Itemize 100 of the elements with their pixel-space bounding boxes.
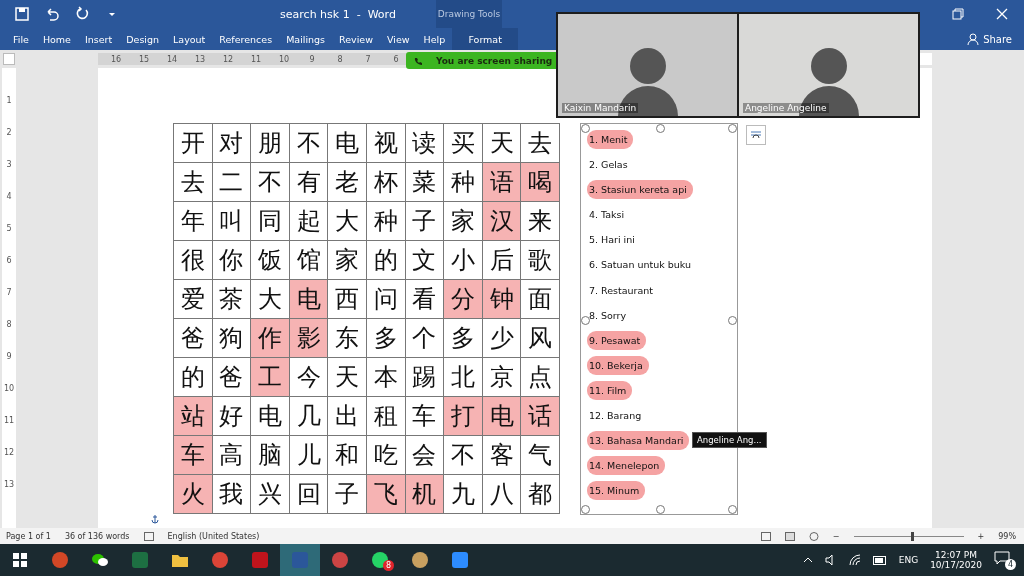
- ruler-number: 6: [392, 54, 400, 64]
- grid-cell: 多: [366, 319, 406, 358]
- answer-item: 7. Restaurant: [587, 283, 655, 298]
- word-count[interactable]: 36 of 136 words: [64, 531, 130, 541]
- ruler-number: 15: [137, 54, 151, 64]
- grid-cell: 大: [328, 202, 367, 241]
- grid-cell: 站: [174, 397, 213, 436]
- ribbon-tab[interactable]: Home: [35, 28, 78, 50]
- ribbon-tab[interactable]: Review: [332, 28, 380, 50]
- ruler-number: 11: [3, 416, 15, 426]
- notification-icon[interactable]: [994, 551, 1010, 565]
- answer-item: 2. Gelas: [587, 158, 629, 173]
- zoom-out-button[interactable]: −: [832, 531, 840, 541]
- ribbon-tab[interactable]: File: [6, 28, 36, 50]
- read-mode-icon[interactable]: [760, 531, 771, 541]
- ruler-number: 2: [6, 128, 12, 138]
- ribbon-tab[interactable]: References: [212, 28, 280, 50]
- grid-cell: 风: [521, 319, 560, 358]
- ruler-number: 8: [336, 54, 344, 64]
- grid-cell: 都: [521, 475, 560, 514]
- clock[interactable]: 12:07 PM 10/17/2020: [930, 550, 982, 570]
- redo-icon[interactable]: [74, 6, 90, 22]
- grid-cell: 二: [212, 163, 252, 202]
- ruler-number: 13: [3, 480, 15, 490]
- grid-cell: 几: [289, 397, 329, 436]
- answer-item: 1. Menit: [586, 130, 634, 149]
- grid-cell: 老: [328, 163, 367, 202]
- grid-cell: 爸: [174, 319, 213, 358]
- page-count[interactable]: Page 1 of 1: [6, 531, 51, 541]
- taskbar-app[interactable]: 8: [360, 544, 400, 576]
- resize-handle[interactable]: [580, 316, 590, 325]
- restore-icon[interactable]: [952, 8, 964, 20]
- zoom-thumb[interactable]: [910, 531, 914, 541]
- resize-handle[interactable]: [655, 124, 665, 133]
- resize-handle[interactable]: [727, 124, 737, 133]
- notification-count: 4: [1005, 559, 1016, 570]
- ribbon-tab[interactable]: Design: [119, 28, 167, 50]
- grid-cell: 影: [289, 319, 329, 358]
- print-layout-icon[interactable]: [784, 531, 795, 541]
- grid-cell: 不: [251, 163, 290, 202]
- tooltip: Angeline Ang...: [692, 432, 767, 448]
- zoom-level[interactable]: 99%: [998, 531, 1016, 541]
- grid-cell: 踢: [405, 358, 445, 397]
- battery-icon[interactable]: [872, 555, 887, 565]
- grid-cell: 车: [405, 397, 445, 436]
- ribbon-tab[interactable]: Mailings: [279, 28, 333, 50]
- close-icon[interactable]: [996, 8, 1008, 20]
- share-button[interactable]: Share: [967, 33, 1012, 45]
- notification-badge: 8: [383, 560, 394, 571]
- ribbon-tab[interactable]: View: [379, 28, 417, 50]
- grid-cell: 今: [289, 358, 329, 397]
- ruler-number: 1: [6, 96, 12, 106]
- ribbon-tab[interactable]: Layout: [166, 28, 213, 50]
- grid-cell: 爸: [212, 358, 252, 397]
- resize-handle[interactable]: [727, 505, 737, 514]
- grid-cell: 点: [521, 358, 560, 397]
- grid-cell: 脑: [251, 436, 290, 475]
- wifi-icon[interactable]: [848, 554, 861, 566]
- grid-cell: 机: [405, 475, 445, 514]
- ruler-number: 5: [6, 224, 12, 234]
- grid-cell: 家: [328, 241, 367, 280]
- ribbon-tab[interactable]: Format: [452, 28, 519, 50]
- chat-icon[interactable]: [91, 551, 109, 569]
- ruler-number: 11: [249, 54, 263, 64]
- ruler-number: 10: [3, 384, 15, 394]
- grid-cell: 去: [521, 124, 560, 163]
- language-indicator[interactable]: English (United States): [167, 531, 260, 541]
- grid-cell: 火: [174, 475, 213, 514]
- grid-cell: 电: [328, 124, 367, 163]
- resize-handle[interactable]: [655, 505, 665, 514]
- web-layout-icon[interactable]: [808, 531, 819, 541]
- ribbon-tab[interactable]: Help: [416, 28, 453, 50]
- grid-cell: 茶: [212, 280, 252, 319]
- resize-handle[interactable]: [580, 124, 590, 133]
- grid-cell: 去: [174, 163, 213, 202]
- zoom-in-button[interactable]: +: [977, 531, 985, 541]
- grid-cell: 小: [444, 241, 483, 280]
- grid-cell: 对: [212, 124, 252, 163]
- grid-cell: 歌: [521, 241, 560, 280]
- chevron-up-icon[interactable]: [802, 555, 813, 565]
- grid-cell: 飞: [366, 475, 406, 514]
- grid-cell: 租: [366, 397, 406, 436]
- grid-cell: 读: [405, 124, 445, 163]
- answer-item: 13. Bahasa Mandari: [586, 431, 690, 451]
- grid-cell: 开: [174, 124, 213, 163]
- layout-options-icon[interactable]: [745, 125, 766, 145]
- grid-cell: 买: [444, 124, 483, 163]
- resize-handle[interactable]: [580, 505, 590, 514]
- save-icon[interactable]: [14, 6, 30, 22]
- grid-cell: 气: [521, 436, 560, 475]
- proofing-icon[interactable]: [143, 531, 154, 541]
- grid-cell: 工: [251, 358, 290, 397]
- answer-item: 10. Bekerja: [586, 355, 649, 375]
- ribbon-tab[interactable]: Insert: [77, 28, 120, 50]
- answer-item: 14. Menelepon: [586, 456, 666, 476]
- input-language[interactable]: ENG: [898, 555, 919, 565]
- resize-handle[interactable]: [727, 316, 737, 325]
- undo-icon[interactable]: [44, 6, 60, 22]
- anchor-icon: [150, 514, 160, 524]
- grid-cell: 视: [366, 124, 406, 163]
